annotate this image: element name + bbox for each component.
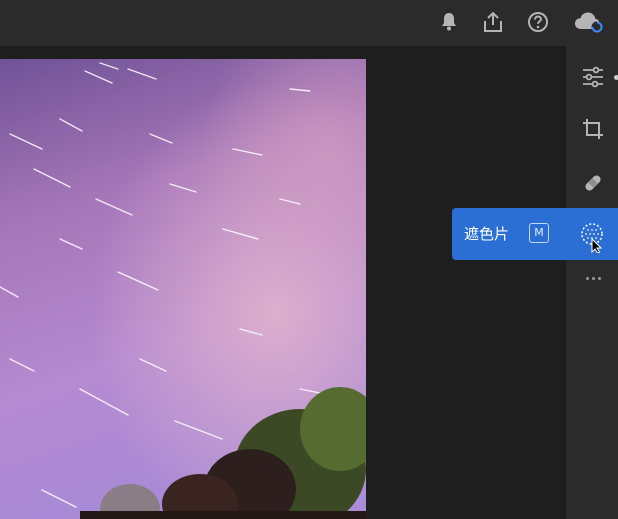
masking-tooltip[interactable]: 遮色片 M	[452, 208, 618, 260]
top-bar	[0, 0, 618, 46]
tooltip-label: 遮色片	[464, 225, 510, 243]
healing-icon[interactable]	[580, 170, 606, 196]
bell-icon[interactable]	[436, 9, 462, 35]
share-icon[interactable]	[480, 9, 506, 35]
masking-icon[interactable]	[580, 221, 606, 254]
shortcut-key-badge: M	[529, 223, 549, 243]
edit-sliders-icon[interactable]	[580, 64, 606, 90]
photo-canvas[interactable]	[0, 59, 366, 519]
more-icon[interactable]	[583, 270, 603, 286]
help-icon[interactable]	[525, 9, 551, 35]
active-indicator	[614, 75, 618, 80]
image-workspace	[0, 46, 566, 519]
cloud-sync-icon[interactable]	[574, 9, 604, 35]
mouse-cursor-icon	[591, 237, 603, 254]
crop-icon[interactable]	[580, 116, 606, 142]
